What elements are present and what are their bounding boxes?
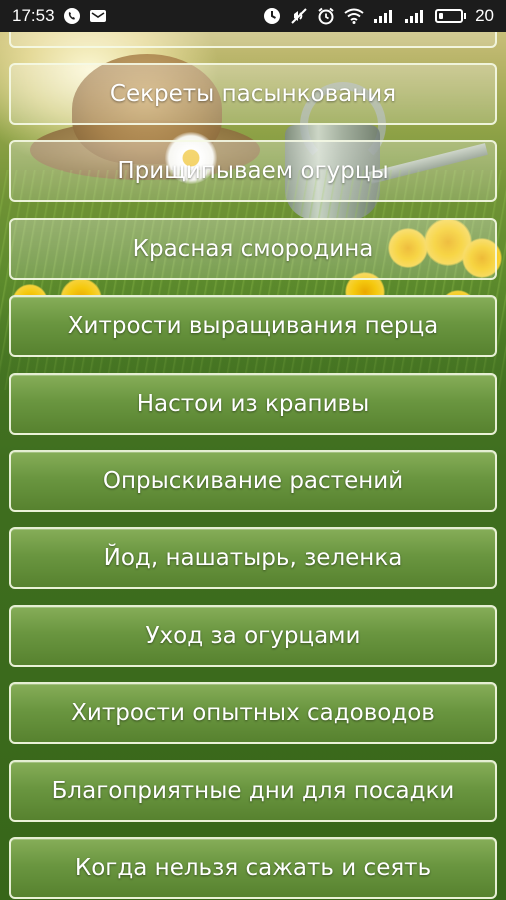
menu-item-iodine-ammonia-greenery[interactable]: Йод, нашатырь, зеленка <box>9 527 497 589</box>
menu-item-nettle-infusions[interactable]: Настои из крапивы <box>9 373 497 435</box>
menu-item-gardener-tips[interactable]: Хитрости опытных садоводов <box>9 682 497 744</box>
status-time: 17:53 <box>12 6 55 25</box>
status-bar: 17:53 20 <box>0 0 506 32</box>
menu-item-pepper-tips[interactable]: Хитрости выращивания перца <box>9 295 497 357</box>
menu-item-forbidden-planting-days[interactable]: Когда нельзя сажать и сеять <box>9 837 497 899</box>
signal-icon <box>373 8 395 24</box>
menu-item-pasynkovanie[interactable]: Секреты пасынкования <box>9 63 497 125</box>
sync-icon <box>263 7 281 25</box>
menu-list: Секреты пасынкования Прищипываем огурцы … <box>0 0 506 900</box>
menu-item-cucumber-care[interactable]: Уход за огурцами <box>9 605 497 667</box>
battery-icon <box>435 9 467 23</box>
mute-icon <box>290 7 308 25</box>
menu-item-red-currant[interactable]: Красная смородина <box>9 218 497 280</box>
wifi-icon <box>344 8 364 24</box>
menu-item-cucumber-pinching[interactable]: Прищипываем огурцы <box>9 140 497 202</box>
mail-icon <box>89 8 107 24</box>
signal-icon <box>404 8 426 24</box>
menu-item-plant-spraying[interactable]: Опрыскивание растений <box>9 450 497 512</box>
menu-item-favorable-planting-days[interactable]: Благоприятные дни для посадки <box>9 760 497 822</box>
viber-icon <box>63 7 81 25</box>
battery-level: 20 <box>475 6 494 25</box>
alarm-icon <box>317 7 335 25</box>
